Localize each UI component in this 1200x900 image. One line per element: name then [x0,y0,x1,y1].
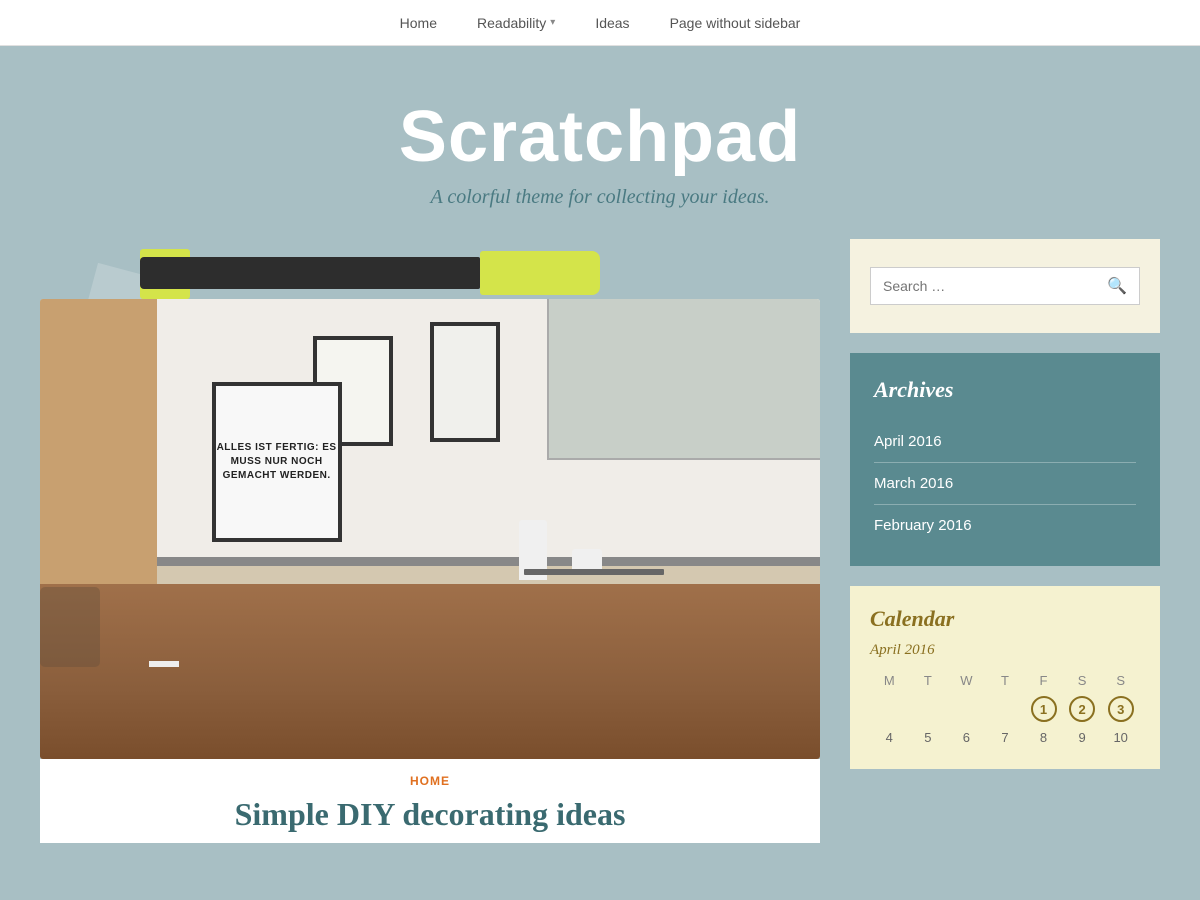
marker-body [140,257,480,289]
cal-header-s2: S [1101,669,1140,692]
sidebar: 🔍 Archives April 2016 March 2016 Februar… [850,239,1160,843]
calendar-month: April 2016 [870,642,1140,659]
cal-day-10[interactable]: 10 [1101,726,1140,749]
nav-page-without-sidebar[interactable]: Page without sidebar [670,15,801,31]
wall-frame-2 [430,322,500,442]
calendar-widget: Calendar April 2016 M T W T F S S [850,586,1160,769]
cal-header-m: M [870,669,909,692]
marker-cap [480,251,600,295]
cal-day-4[interactable]: 4 [870,726,909,749]
calendar-grid: M T W T F S S 1 [870,669,1140,749]
cal-day-1[interactable]: 1 [1024,692,1063,726]
archive-link-march[interactable]: March 2016 [874,475,953,492]
cal-row-2: 4 5 6 7 8 9 10 [870,726,1140,749]
search-icon: 🔍 [1107,278,1127,295]
main-nav: Home Readability ▾ Ideas Page without si… [0,0,1200,46]
search-input[interactable] [871,268,1095,304]
cal-day-empty-2 [909,692,948,726]
nav-readability[interactable]: Readability ▾ [477,15,555,31]
cal-day-3[interactable]: 3 [1101,692,1140,726]
bike [40,587,100,667]
cal-header-s1: S [1063,669,1102,692]
cal-day-empty-4 [986,692,1025,726]
search-button[interactable]: 🔍 [1095,268,1139,304]
main-content: ALLES IST FERTIG: ES MUSS NUR NOCH GEMAC… [40,239,820,843]
site-tagline: A colorful theme for collecting your ide… [20,186,1180,209]
chevron-down-icon: ▾ [550,17,555,28]
wood-table [40,584,820,759]
cal-day-6[interactable]: 6 [947,726,986,749]
cal-day-5[interactable]: 5 [909,726,948,749]
cal-header-t1: T [909,669,948,692]
post-featured-image: ALLES IST FERTIG: ES MUSS NUR NOCH GEMAC… [40,299,820,759]
nav-ideas[interactable]: Ideas [595,15,629,31]
cal-header-w: W [947,669,986,692]
archive-link-february[interactable]: February 2016 [874,517,972,534]
cal-day-9[interactable]: 9 [1063,726,1102,749]
search-form: 🔍 [870,267,1140,305]
sign-box: ALLES IST FERTIG: ES MUSS NUR NOCH GEMAC… [212,382,342,542]
cal-row-1: 1 2 3 [870,692,1140,726]
search-widget: 🔍 [850,239,1160,333]
cabinet-top [547,299,820,460]
laptop [524,569,664,575]
marker [140,249,570,299]
archives-title: Archives [874,377,1136,403]
post-category: HOME [60,774,800,788]
site-title: Scratchpad [20,96,1180,178]
archive-item-february[interactable]: February 2016 [874,504,1136,546]
content-layout: ALLES IST FERTIG: ES MUSS NUR NOCH GEMAC… [0,239,1200,843]
cal-day-8[interactable]: 8 [1024,726,1063,749]
chair [149,661,179,667]
post-meta: HOME Simple DIY decorating ideas [40,759,820,843]
cal-day-7[interactable]: 7 [986,726,1025,749]
calendar-title: Calendar [870,606,1140,632]
archive-item-april[interactable]: April 2016 [874,421,1136,462]
nav-home[interactable]: Home [400,15,437,31]
cal-header-t2: T [986,669,1025,692]
hero-section: Scratchpad A colorful theme for collecti… [0,46,1200,239]
archives-widget: Archives April 2016 March 2016 February … [850,353,1160,566]
post-title: Simple DIY decorating ideas [60,796,800,833]
cal-day-empty-1 [870,692,909,726]
cal-header-f: F [1024,669,1063,692]
archive-item-march[interactable]: March 2016 [874,462,1136,504]
cal-day-empty-3 [947,692,986,726]
archive-list: April 2016 March 2016 February 2016 [874,421,1136,546]
cal-day-2[interactable]: 2 [1063,692,1102,726]
archive-link-april[interactable]: April 2016 [874,433,942,450]
